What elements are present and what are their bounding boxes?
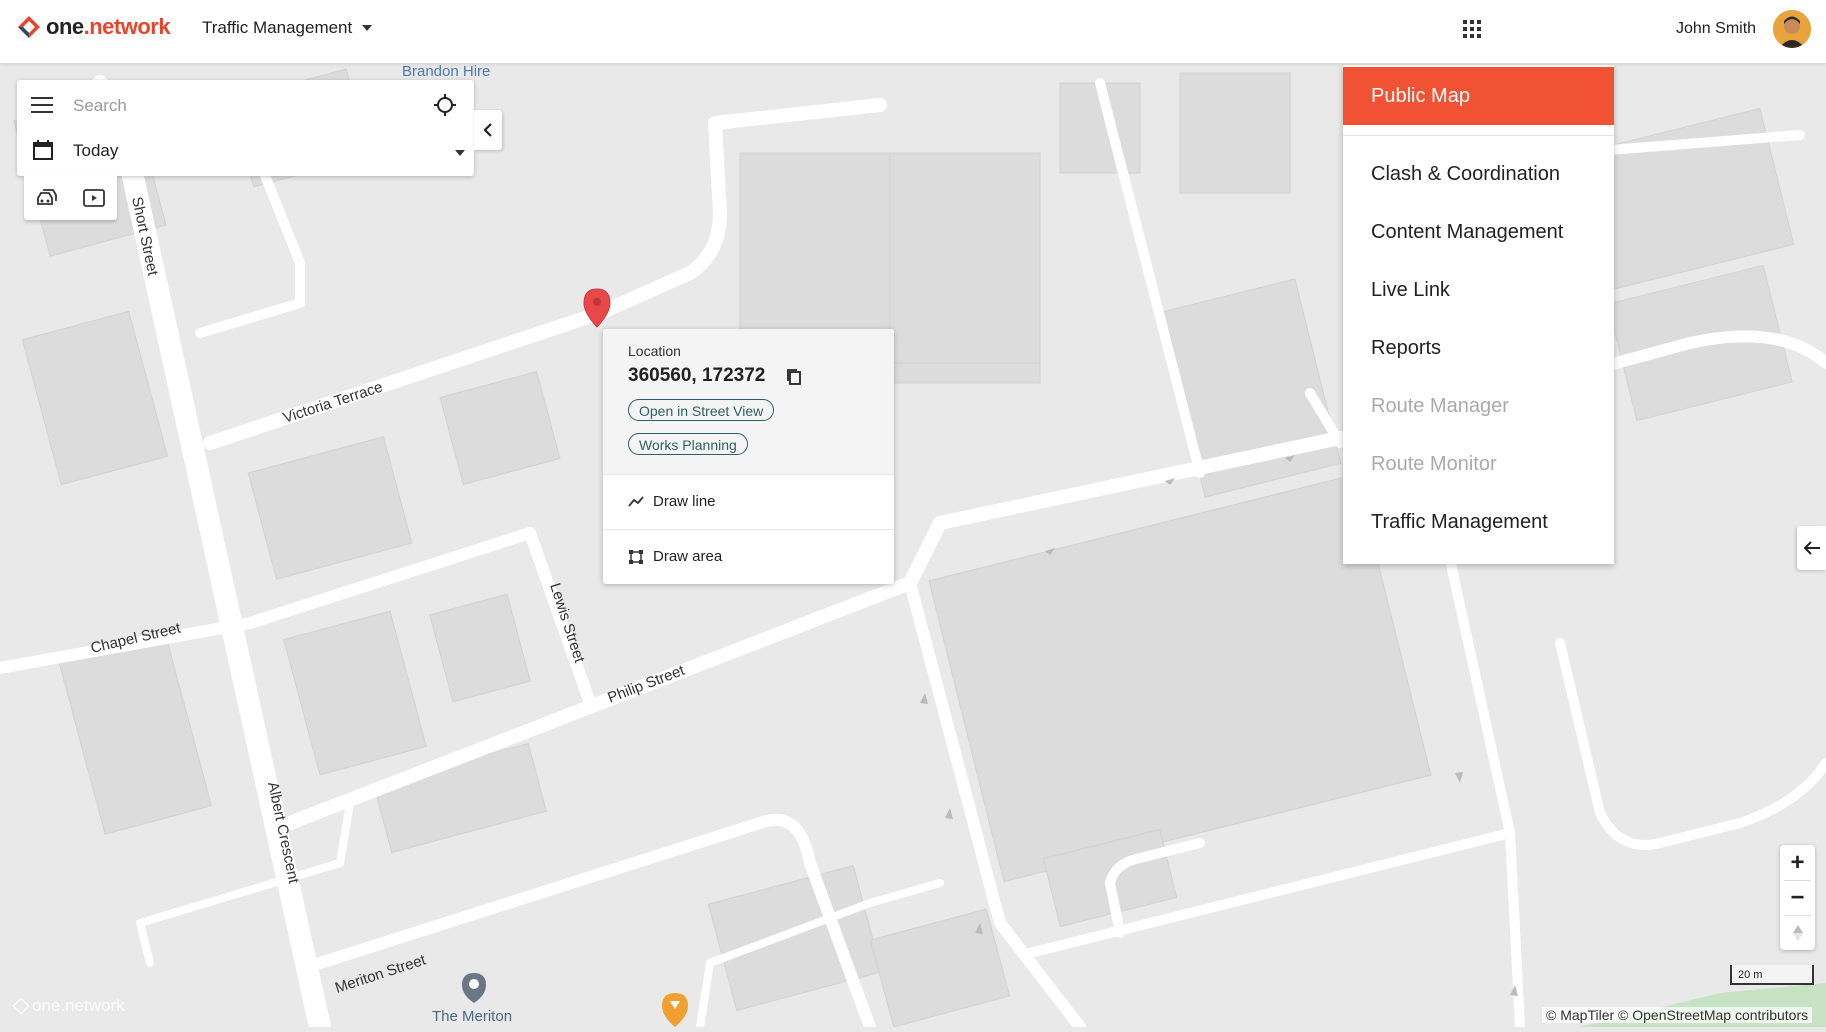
draw-area-button[interactable]: Draw area xyxy=(603,529,894,584)
draw-area-label: Draw area xyxy=(653,548,723,565)
arrow-left-icon xyxy=(1803,541,1820,555)
location-popup: Location 360560, 172372 Open in Street V… xyxy=(603,329,894,584)
open-street-view-button[interactable]: Open in Street View xyxy=(628,399,775,421)
menu-item-reports[interactable]: Reports xyxy=(1371,337,1441,360)
menu-item-traffic-management[interactable]: Traffic Management xyxy=(1371,511,1548,534)
location-label: Location xyxy=(628,343,681,359)
watermark-text: one.network xyxy=(32,996,125,1015)
avatar[interactable] xyxy=(1773,10,1811,48)
menu-divider xyxy=(1343,135,1614,136)
collapse-left-icon xyxy=(483,123,492,137)
menu-item-route-manager: Route Manager xyxy=(1371,395,1509,417)
chevron-down-icon xyxy=(455,150,465,156)
date-selector[interactable]: Today xyxy=(17,128,474,176)
map-attribution[interactable]: © MapTiler © OpenStreetMap contributors xyxy=(1542,1007,1813,1023)
date-value: Today xyxy=(73,141,119,160)
right-panel-toggle[interactable] xyxy=(1797,526,1826,570)
top-bar: one.network Traffic Management John Smit… xyxy=(0,0,1826,64)
location-popup-header: Location 360560, 172372 Open in Street V… xyxy=(603,329,894,474)
draw-line-button[interactable]: Draw line xyxy=(603,474,894,529)
brand-mark-icon xyxy=(18,16,40,38)
menu-item-content-management[interactable]: Content Management xyxy=(1371,221,1563,244)
traffic-icon[interactable] xyxy=(35,186,59,210)
menu-item-live-link[interactable]: Live Link xyxy=(1371,279,1450,302)
works-planning-button[interactable]: Works Planning xyxy=(628,433,748,455)
calendar-icon xyxy=(33,140,53,160)
app-selector-label: Traffic Management xyxy=(202,18,353,37)
zoom-controls: + − xyxy=(1780,845,1815,950)
search-panel: Today xyxy=(17,80,474,176)
brand-name: one.network xyxy=(46,14,171,40)
search-row xyxy=(17,80,474,128)
menu-item-clash-coordination[interactable]: Clash & Coordination xyxy=(1371,163,1560,186)
brand-suffix: .network xyxy=(83,14,171,39)
copy-icon[interactable] xyxy=(786,368,802,386)
user-name[interactable]: John Smith xyxy=(1676,20,1756,38)
locate-icon[interactable] xyxy=(434,94,456,116)
media-icon[interactable] xyxy=(82,186,106,210)
draw-area-icon xyxy=(629,550,643,564)
menu-item-public-map[interactable]: Public Map xyxy=(1343,67,1614,125)
draw-line-label: Draw line xyxy=(653,493,716,510)
location-coordinates: 360560, 172372 xyxy=(628,365,766,386)
map-scale: 20 m xyxy=(1730,965,1814,985)
menu-icon[interactable] xyxy=(31,97,53,113)
compass-icon[interactable] xyxy=(1780,915,1815,950)
menu-item-route-monitor: Route Monitor xyxy=(1371,453,1497,475)
map-watermark: one.network xyxy=(12,996,125,1016)
poi-label-the-meriton: The Meriton xyxy=(432,1008,512,1025)
app-selector[interactable]: Traffic Management xyxy=(202,18,373,38)
brand-prefix: one xyxy=(46,14,84,39)
draw-line-icon xyxy=(628,496,644,507)
zoom-in-icon[interactable]: + xyxy=(1780,845,1815,880)
zoom-out-icon[interactable]: − xyxy=(1780,880,1815,915)
poi-label-brandon-hire: Brandon Hire xyxy=(402,63,490,80)
search-input[interactable] xyxy=(71,92,415,120)
chevron-down-icon xyxy=(362,25,373,31)
apps-grid-icon[interactable] xyxy=(1463,20,1481,38)
brand-mark-icon xyxy=(12,997,30,1015)
map-tools xyxy=(24,176,117,220)
collapse-panel-button[interactable] xyxy=(474,110,502,150)
brand-logo[interactable]: one.network xyxy=(16,14,171,40)
app-switcher-menu: Public Map Clash & Coordination Content … xyxy=(1343,65,1614,564)
